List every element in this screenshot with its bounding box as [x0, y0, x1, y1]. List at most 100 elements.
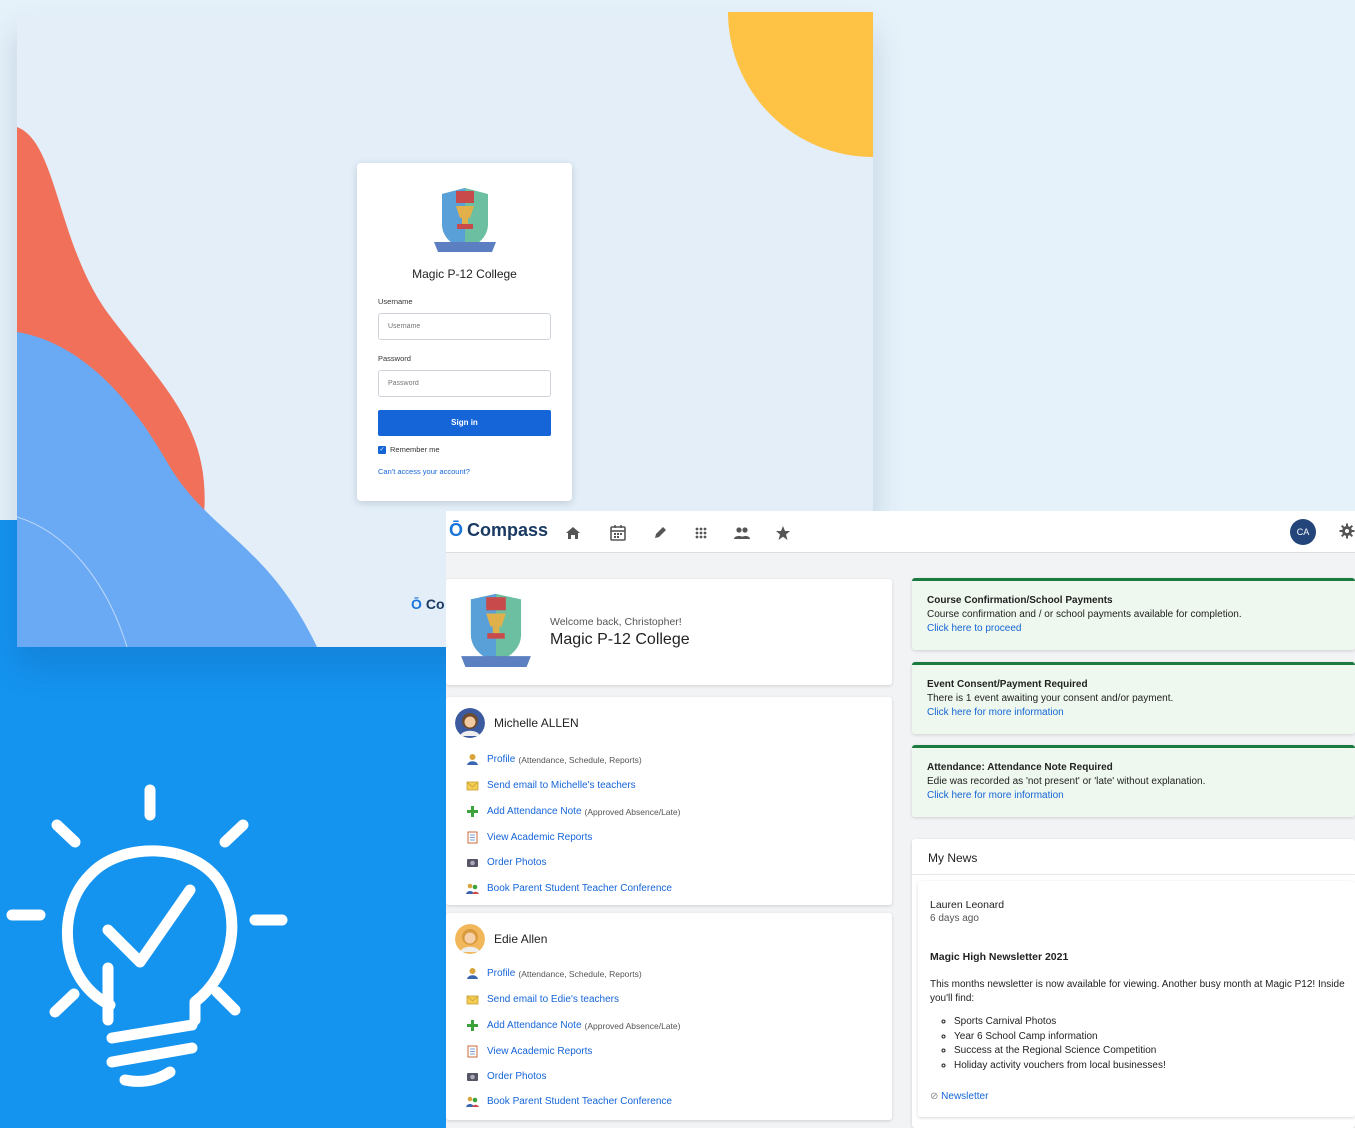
book-conference-label[interactable]: Book Parent Student Teacher Conference: [487, 1096, 672, 1107]
order-photos-label[interactable]: Order Photos: [487, 1071, 546, 1082]
alert-link[interactable]: Click here to proceed: [927, 623, 1022, 634]
profile-icon: [467, 754, 478, 765]
people-icon[interactable]: [733, 524, 751, 542]
profile-link[interactable]: Profile (Attendance, Schedule, Reports): [466, 753, 642, 766]
login-footer-brand-text: Co: [425, 596, 445, 612]
profile-link-note: (Attendance, Schedule, Reports): [518, 968, 642, 979]
newsletter-attachment-link[interactable]: ⊘ Newsletter: [930, 1091, 988, 1102]
pencil-icon[interactable]: [651, 524, 669, 542]
order-photos-label[interactable]: Order Photos: [487, 857, 546, 868]
post-body: This months newsletter is now available …: [930, 979, 1345, 1004]
remember-me[interactable]: ✓ Remember me: [378, 445, 440, 454]
email-teachers-label[interactable]: Send email to Edie's teachers: [487, 994, 619, 1005]
cant-access-link[interactable]: Can't access your account?: [378, 467, 470, 476]
my-news-header: My News: [912, 839, 1355, 875]
username-input[interactable]: [378, 313, 551, 340]
remember-checkbox[interactable]: ✓: [378, 445, 386, 454]
remember-label: Remember me: [390, 445, 440, 454]
user-avatar[interactable]: CA: [1290, 519, 1316, 545]
dashboard-screenshot: Ō Compass CA Welcome back, Christopher! M…: [446, 511, 1355, 1128]
password-input[interactable]: [378, 370, 551, 397]
academic-reports-link[interactable]: View Academic Reports: [466, 831, 592, 844]
signin-button[interactable]: Sign in: [378, 410, 551, 436]
conference-icon: [466, 883, 479, 894]
add-attendance-note-note: (Approved Absence/Late): [584, 1020, 681, 1031]
attachment-label[interactable]: Newsletter: [941, 1091, 988, 1102]
report-icon: [467, 831, 478, 844]
login-card: Magic P-12 College Username Password Sig…: [357, 163, 572, 501]
login-school-name: Magic P-12 College: [412, 267, 517, 281]
add-attendance-note-label[interactable]: Add Attendance Note: [487, 1020, 582, 1031]
profile-link-note: (Attendance, Schedule, Reports): [518, 754, 642, 765]
welcome-card: Welcome back, Christopher! Magic P-12 Co…: [446, 579, 892, 685]
welcome-school-name: Magic P-12 College: [550, 631, 690, 648]
plus-icon: [467, 806, 478, 817]
student-avatar[interactable]: [455, 708, 485, 738]
post-list: Sports Carnival Photos Year 6 School Cam…: [954, 1015, 1166, 1073]
alert-title: Attendance: Attendance Note Required: [927, 762, 1113, 773]
email-icon: [466, 995, 479, 1005]
book-conference-link[interactable]: Book Parent Student Teacher Conference: [466, 882, 672, 895]
alert-course-confirmation: Course Confirmation/School Payments Cour…: [912, 578, 1355, 650]
add-attendance-note-link[interactable]: Add Attendance Note (Approved Absence/Lat…: [466, 1019, 680, 1032]
student-card-michelle: Michelle ALLEN Profile (Attendance, Sched…: [446, 697, 892, 905]
alert-attendance-note: Attendance: Attendance Note Required Edi…: [912, 745, 1355, 817]
school-crest-logo: [434, 188, 496, 252]
my-news-panel: My News Lauren Leonard 6 days ago Magic …: [912, 839, 1355, 1128]
compass-brand[interactable]: Ō Compass: [449, 520, 548, 541]
profile-link-label[interactable]: Profile: [487, 754, 515, 765]
book-conference-label[interactable]: Book Parent Student Teacher Conference: [487, 883, 672, 894]
profile-icon: [467, 968, 478, 979]
add-attendance-note-link[interactable]: Add Attendance Note (Approved Absence/Lat…: [466, 805, 680, 818]
email-icon: [466, 781, 479, 791]
post-title: Magic High Newsletter 2021: [930, 951, 1069, 963]
academic-reports-link[interactable]: View Academic Reports: [466, 1045, 592, 1058]
alert-title: Event Consent/Payment Required: [927, 679, 1088, 690]
add-attendance-note-note: (Approved Absence/Late): [584, 806, 681, 817]
email-teachers-link[interactable]: Send email to Edie's teachers: [466, 993, 619, 1006]
paperclip-icon: ⊘: [930, 1091, 939, 1102]
calendar-icon[interactable]: [609, 524, 627, 542]
add-attendance-note-label[interactable]: Add Attendance Note: [487, 806, 582, 817]
email-teachers-label[interactable]: Send email to Michelle's teachers: [487, 780, 636, 791]
academic-reports-label[interactable]: View Academic Reports: [487, 1046, 592, 1057]
compass-logo-icon: Ō: [449, 520, 464, 540]
student-avatar[interactable]: [455, 924, 485, 954]
compass-logo-icon: Ō: [411, 596, 422, 612]
camera-icon: [467, 859, 478, 867]
plus-icon: [467, 1020, 478, 1031]
list-item: Success at the Regional Science Competit…: [954, 1044, 1166, 1059]
alert-link[interactable]: Click here for more information: [927, 707, 1064, 718]
top-navbar: Ō Compass CA: [446, 511, 1355, 553]
login-footer-brand: Ō Co: [411, 596, 445, 612]
apps-grid-icon[interactable]: [692, 524, 710, 542]
conference-icon: [466, 1096, 479, 1107]
order-photos-link[interactable]: Order Photos: [466, 1070, 546, 1083]
list-item: Sports Carnival Photos: [954, 1015, 1166, 1030]
school-crest-logo: [461, 593, 531, 667]
alert-description: Course confirmation and / or school paym…: [927, 609, 1242, 620]
gear-icon[interactable]: [1339, 523, 1355, 539]
alert-description: There is 1 event awaiting your consent a…: [927, 693, 1174, 704]
welcome-greeting: Welcome back, Christopher!: [550, 616, 682, 628]
list-item: Holiday activity vouchers from local bus…: [954, 1059, 1166, 1074]
profile-link[interactable]: Profile (Attendance, Schedule, Reports): [466, 967, 642, 980]
star-icon[interactable]: [774, 524, 792, 542]
lightbulb-check-icon: [6, 784, 288, 1087]
list-item: Year 6 School Camp information: [954, 1030, 1166, 1045]
alert-event-consent: Event Consent/Payment Required There is …: [912, 662, 1355, 734]
my-news-title: My News: [928, 851, 978, 865]
news-post: Lauren Leonard 6 days ago Magic High New…: [918, 881, 1355, 1117]
post-time: 6 days ago: [930, 913, 979, 924]
book-conference-link[interactable]: Book Parent Student Teacher Conference: [466, 1095, 672, 1108]
report-icon: [467, 1045, 478, 1058]
alert-description: Edie was recorded as 'not present' or 'l…: [927, 776, 1206, 787]
brand-text: Compass: [467, 520, 549, 540]
order-photos-link[interactable]: Order Photos: [466, 856, 546, 869]
profile-link-label[interactable]: Profile: [487, 968, 515, 979]
email-teachers-link[interactable]: Send email to Michelle's teachers: [466, 779, 636, 792]
academic-reports-label[interactable]: View Academic Reports: [487, 832, 592, 843]
alert-link[interactable]: Click here for more information: [927, 790, 1064, 801]
student-name: Edie Allen: [494, 932, 548, 946]
home-icon[interactable]: [564, 524, 582, 542]
